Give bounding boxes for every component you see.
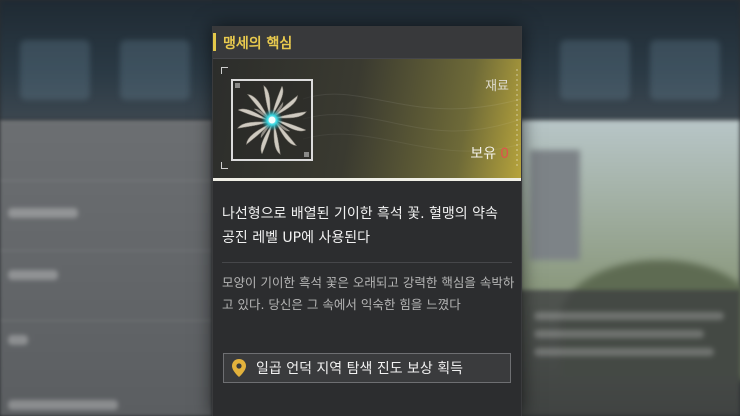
item-flavor-text: 모양이 기이한 흑석 꽃은 오래되고 강력한 핵심을 속박하고 있다. 당신은 …	[222, 275, 515, 312]
item-name: 맹세의 핵심	[223, 36, 293, 52]
title-accent-bar	[213, 33, 216, 51]
item-icon-frame	[231, 79, 313, 161]
divider	[222, 262, 512, 263]
location-pin-icon	[232, 359, 246, 377]
owned-label: 보유	[470, 146, 497, 162]
owned-count: 0	[500, 146, 509, 162]
background-right-panel	[520, 120, 740, 416]
background-tile	[650, 40, 720, 100]
hero-underline	[213, 178, 521, 181]
spiral-blackstone-flower-icon	[237, 85, 307, 155]
acquisition-source-button[interactable]: 일곱 언덕 지역 탐색 진도 보상 획득	[223, 353, 511, 383]
item-hero-banner: 재료 보유 0	[213, 59, 521, 181]
item-category: 재료	[485, 79, 509, 94]
acquisition-source-label: 일곱 언덕 지역 탐색 진도 보상 획득	[256, 361, 464, 377]
item-description: 나선형으로 배열된 기이한 흑석 꽃. 혈맹의 약속 공진 레벨 UP에 사용된…	[222, 206, 498, 246]
background-left-panel	[0, 120, 212, 416]
background-tile	[20, 40, 90, 100]
frame-corner	[221, 162, 228, 169]
card-header: 맹세의 핵심	[213, 26, 521, 59]
background-tile	[560, 40, 630, 100]
item-detail-card: 맹세의 핵심 재료 보유 0 나선형으로 배열된 기이한 흑석 꽃. 혈맹의 약…	[212, 26, 522, 416]
frame-corner	[221, 67, 228, 74]
background-tile	[120, 40, 190, 100]
owned-count-display: 보유 0	[470, 143, 509, 163]
decorative-scale	[516, 69, 518, 169]
